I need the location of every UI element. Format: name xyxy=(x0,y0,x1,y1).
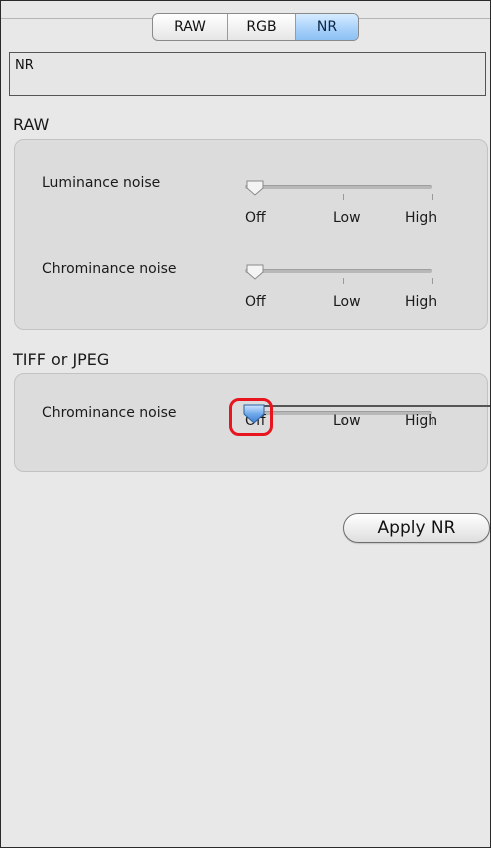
luminance-noise-thumb[interactable] xyxy=(246,180,264,196)
raw-chrominance-noise-slider[interactable] xyxy=(245,269,432,273)
luminance-noise-slider[interactable] xyxy=(245,185,432,189)
title-field-value: NR xyxy=(15,58,34,73)
scale-low-label: Low xyxy=(333,413,361,429)
tiff-jpeg-section-label: TIFF or JPEG xyxy=(13,350,110,369)
scale-low-label: Low xyxy=(333,294,361,310)
focused-slider-line xyxy=(263,405,490,407)
scale-high-label: High xyxy=(405,413,438,429)
tab-raw[interactable]: RAW xyxy=(153,14,228,40)
scale-high-label: High xyxy=(405,210,438,226)
raw-group: Luminance noise Off Low High Chrominance… xyxy=(14,139,488,330)
raw-section-label: RAW xyxy=(13,115,50,134)
raw-chrominance-noise-label: Chrominance noise xyxy=(42,261,177,277)
tab-segmented-control: RAW RGB NR xyxy=(152,13,359,41)
tick-mark xyxy=(432,194,433,200)
luminance-noise-label: Luminance noise xyxy=(42,175,161,191)
title-field[interactable]: NR xyxy=(9,52,486,96)
tab-rgb[interactable]: RGB xyxy=(228,14,296,40)
tick-mark xyxy=(432,278,433,284)
tick-mark xyxy=(343,194,344,200)
tick-mark xyxy=(343,278,344,284)
raw-chrominance-noise-thumb[interactable] xyxy=(246,264,264,280)
scale-high-label: High xyxy=(405,294,438,310)
nr-panel: RAW RGB NR NR RAW Luminance noise Off Lo… xyxy=(0,0,491,848)
scale-off-label: Off xyxy=(245,294,266,310)
tiff-chrominance-noise-label: Chrominance noise xyxy=(42,405,177,421)
tab-nr[interactable]: NR xyxy=(296,14,358,40)
highlight-ring xyxy=(229,398,273,436)
apply-nr-button[interactable]: Apply NR xyxy=(343,513,490,543)
scale-off-label: Off xyxy=(245,210,266,226)
scale-low-label: Low xyxy=(333,210,361,226)
